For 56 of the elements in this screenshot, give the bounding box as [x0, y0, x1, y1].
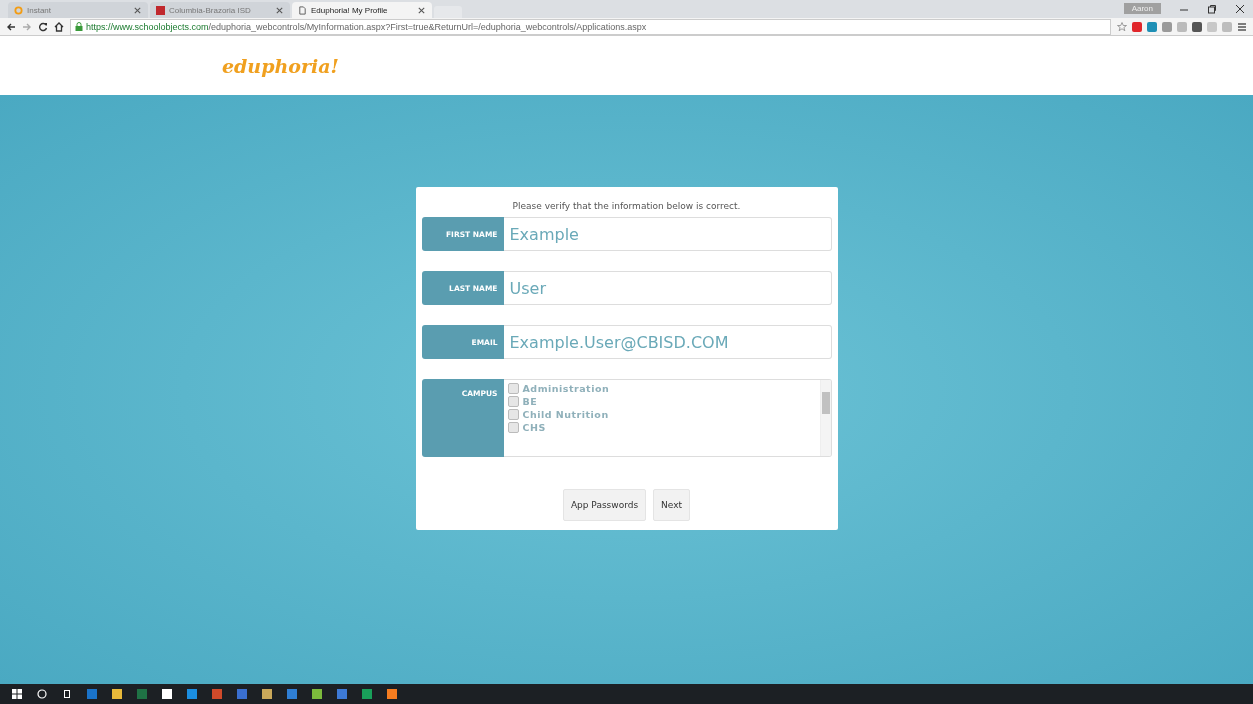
close-icon[interactable] — [417, 5, 426, 15]
checkbox[interactable] — [507, 409, 519, 420]
checkbox[interactable] — [507, 383, 519, 394]
taskbar-app-icon[interactable] — [87, 689, 97, 699]
taskbar-app-icon[interactable] — [387, 689, 397, 699]
forward-arrow-icon[interactable] — [22, 21, 32, 32]
campus-option[interactable]: BE — [522, 396, 538, 407]
extension-icon[interactable] — [1132, 21, 1142, 32]
restore-icon[interactable] — [1207, 3, 1217, 14]
browser-tab[interactable]: Eduphoria! My Profile — [292, 2, 432, 18]
taskbar-app-icon[interactable] — [187, 689, 197, 699]
profile-button[interactable]: Aaron — [1123, 3, 1161, 14]
back-arrow-icon[interactable] — [6, 21, 16, 32]
star-icon[interactable] — [1117, 21, 1127, 32]
browser-tab[interactable]: Instant — [8, 2, 148, 18]
search-icon[interactable] — [37, 689, 47, 699]
taskbar-app-icon[interactable] — [212, 689, 222, 699]
input-field[interactable]: User — [503, 271, 832, 305]
close-icon[interactable] — [133, 5, 142, 15]
home-icon[interactable] — [54, 21, 64, 32]
site-favicon-icon — [156, 5, 165, 15]
taskbar-app-icon[interactable] — [337, 689, 347, 699]
taskbar-app-icon[interactable] — [162, 689, 172, 699]
page-icon — [298, 5, 307, 15]
extension-icon[interactable] — [1192, 21, 1202, 32]
close-icon[interactable] — [1235, 3, 1245, 14]
taskbar-app-icon[interactable] — [262, 689, 272, 699]
new-tab-button[interactable] — [434, 6, 462, 18]
campus-option[interactable]: Administration — [522, 383, 610, 394]
scrollbar[interactable] — [819, 380, 831, 456]
campus-option[interactable]: CHS — [522, 422, 546, 433]
reload-icon[interactable] — [38, 21, 48, 32]
input-field[interactable]: Example.User@CBISD.COM — [503, 325, 832, 359]
form-button[interactable]: App Passwords — [562, 489, 647, 521]
taskbar-app-icon[interactable] — [312, 689, 322, 699]
browser-tab[interactable]: Columbia-Brazoria ISD — [150, 2, 290, 18]
taskbar-app-icon[interactable] — [112, 689, 122, 699]
taskbar-app-icon[interactable] — [237, 689, 247, 699]
checkbox[interactable] — [507, 396, 519, 407]
checkbox[interactable] — [507, 422, 519, 433]
search-favicon-icon — [14, 5, 23, 15]
taskbar-app-icon[interactable] — [362, 689, 372, 699]
task-view-icon[interactable] — [62, 689, 72, 699]
close-icon[interactable] — [275, 5, 284, 15]
form-button[interactable]: Next — [653, 489, 691, 521]
windows-logo-icon[interactable] — [12, 689, 22, 699]
taskbar-app-icon[interactable] — [137, 689, 147, 699]
intro-text: Please verify that the information below is correct. — [511, 201, 742, 211]
menu-icon[interactable] — [1237, 21, 1247, 32]
taskbar-app-icon[interactable] — [287, 689, 297, 699]
input-field[interactable]: Example — [503, 217, 832, 251]
campus-option[interactable]: Child Nutrition — [522, 409, 609, 420]
extension-icon[interactable] — [1147, 21, 1157, 32]
lock-icon — [75, 22, 83, 31]
address-bar[interactable]: https://www.schoolobjects.com/eduphoria_webcontrols/MyInformation.aspx?First=true&ReturnUrl=/eduphoria_webcontrols/Applications.aspx — [70, 18, 1111, 35]
eduphoria-logo[interactable]: eduphoria! — [222, 54, 339, 77]
